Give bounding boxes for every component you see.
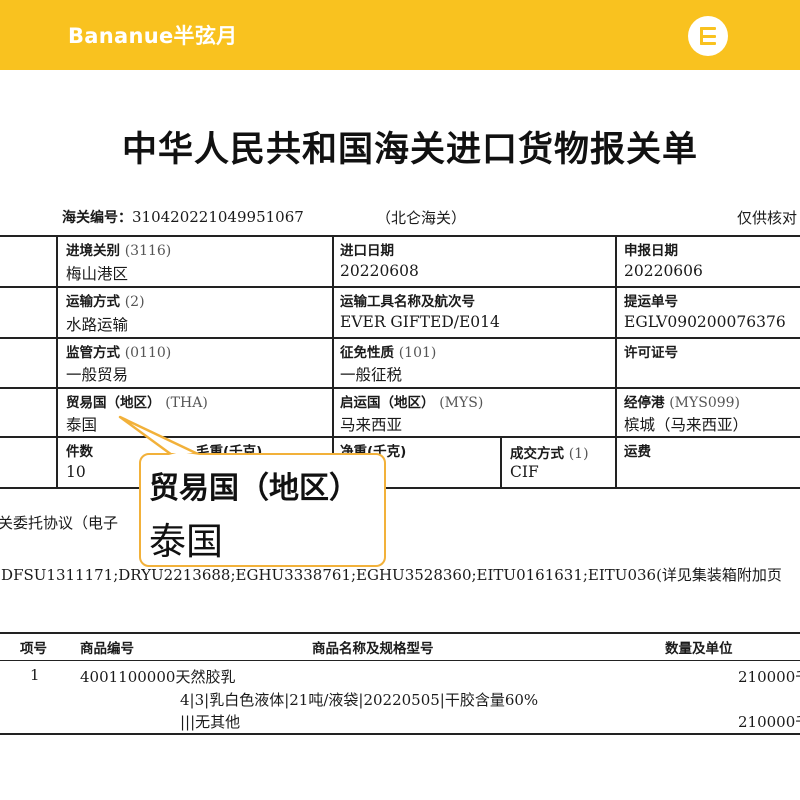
callout-pointer-join	[165, 452, 206, 456]
